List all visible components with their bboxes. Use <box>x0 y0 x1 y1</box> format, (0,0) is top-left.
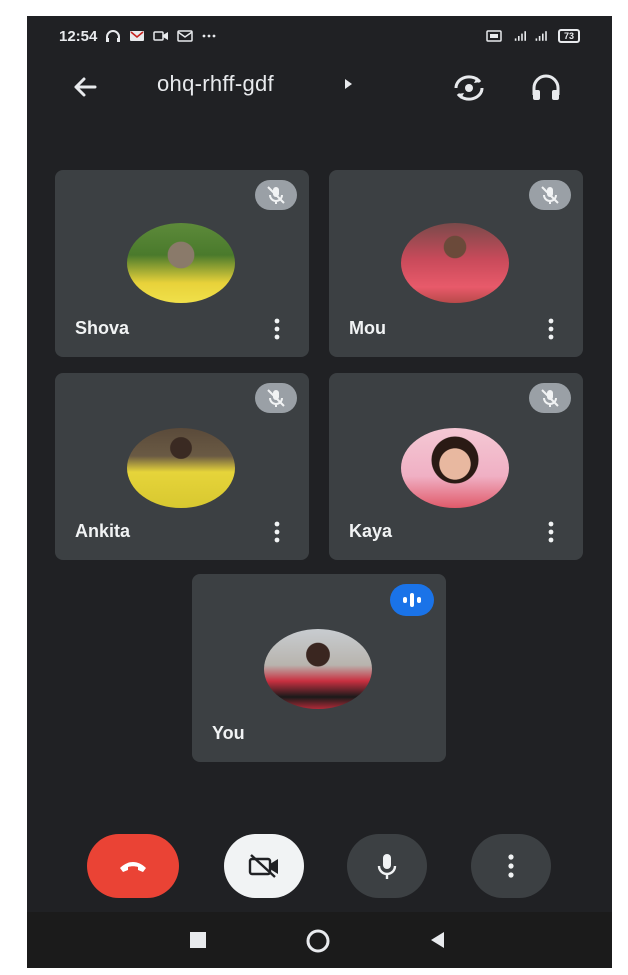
more-vertical-icon[interactable] <box>271 317 283 341</box>
meet-call-screen: 12:54 73 ohq-rhff-gdf Shova Mou Ankita K… <box>27 16 612 968</box>
participant-name: Shova <box>75 318 130 338</box>
mail-status-icon <box>177 30 194 42</box>
signal-icon <box>535 31 547 41</box>
microphone-icon <box>377 854 397 879</box>
status-bar: 12:54 73 <box>27 16 612 56</box>
avatar <box>264 629 372 709</box>
call-controls <box>27 834 612 904</box>
recent-apps-icon[interactable] <box>189 931 207 949</box>
participant-name: Mou <box>349 318 386 338</box>
participant-tile-mou[interactable]: Mou <box>329 170 583 357</box>
participant-name: You <box>212 723 245 743</box>
mic-muted-badge <box>255 180 297 210</box>
participant-tile-kaya[interactable]: Kaya <box>329 373 583 560</box>
arrow-left-icon[interactable] <box>69 71 101 103</box>
phone-hangup-icon <box>120 862 146 872</box>
participant-tile-self[interactable]: You <box>192 574 446 762</box>
caret-right-icon[interactable] <box>345 79 352 89</box>
more-vertical-icon[interactable] <box>271 520 283 544</box>
speaking-indicator <box>390 584 434 616</box>
system-nav-bar <box>27 912 612 968</box>
gmail-status-icon <box>130 31 145 41</box>
mic-off-icon <box>267 186 285 204</box>
battery-indicator: 73 <box>557 29 580 43</box>
avatar <box>401 223 509 303</box>
more-options-button[interactable] <box>471 834 551 898</box>
mic-off-icon <box>541 186 559 204</box>
participant-name: Ankita <box>75 521 131 541</box>
avatar <box>127 428 235 508</box>
participant-tile-ankita[interactable]: Ankita <box>55 373 309 560</box>
headphones-status-icon <box>106 30 121 42</box>
more-vertical-icon[interactable] <box>545 317 557 341</box>
participant-tile-shova[interactable]: Shova <box>55 170 309 357</box>
audio-wave-icon <box>403 593 421 607</box>
avatar <box>127 223 235 303</box>
more-vertical-icon[interactable] <box>545 520 557 544</box>
mic-muted-badge <box>255 383 297 413</box>
avatar <box>401 428 509 508</box>
camera-toggle-button[interactable] <box>224 834 304 898</box>
video-off-icon <box>248 854 278 878</box>
flip-camera-icon[interactable] <box>450 71 488 105</box>
meet-status-icon <box>153 31 169 41</box>
volte-status-icon <box>486 30 502 42</box>
participant-name: Kaya <box>349 521 393 541</box>
headphones-icon[interactable] <box>529 71 563 105</box>
end-call-button[interactable] <box>87 834 179 898</box>
mic-muted-badge <box>529 383 571 413</box>
more-status-icon <box>202 34 216 38</box>
home-icon[interactable] <box>305 928 331 954</box>
signal-4g-icon <box>514 31 526 41</box>
back-nav-icon[interactable] <box>428 930 446 950</box>
call-header: ohq-rhff-gdf <box>27 61 612 111</box>
mic-off-icon <box>267 389 285 407</box>
status-time: 12:54 <box>59 27 98 45</box>
mic-off-icon <box>541 389 559 407</box>
more-vertical-icon <box>508 854 514 878</box>
meeting-code-title[interactable]: ohq-rhff-gdf <box>157 71 274 97</box>
microphone-button[interactable] <box>347 834 427 898</box>
mic-muted-badge <box>529 180 571 210</box>
